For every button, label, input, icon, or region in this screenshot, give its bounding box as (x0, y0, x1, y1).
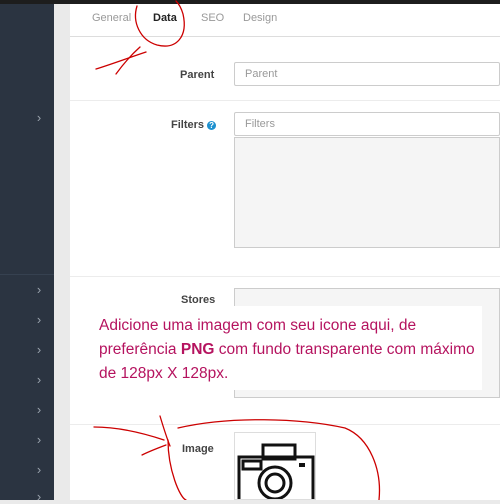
sidebar-expand-icon[interactable]: › (32, 111, 46, 125)
sidebar: › › › › › › › › › (0, 4, 54, 504)
sidebar-chevron-icon[interactable]: › (32, 463, 46, 477)
sidebar-chevron-icon[interactable]: › (32, 490, 46, 504)
filters-input[interactable]: Filters (234, 112, 500, 136)
camera-icon (237, 443, 315, 504)
sidebar-chevron-icon[interactable]: › (32, 283, 46, 297)
sidebar-chevron-icon[interactable]: › (32, 373, 46, 387)
sidebar-chevron-icon[interactable]: › (32, 313, 46, 327)
image-label: Image (182, 443, 214, 455)
tab-seo[interactable]: SEO (201, 12, 224, 24)
image-thumbnail[interactable] (234, 432, 316, 504)
stores-label: Stores (181, 294, 216, 306)
help-icon[interactable]: ? (207, 120, 217, 130)
filters-list (234, 137, 500, 248)
sidebar-chevron-icon[interactable]: › (32, 433, 46, 447)
sidebar-chevron-icon[interactable]: › (32, 343, 46, 357)
parent-label: Parent (180, 69, 215, 81)
tab-general[interactable]: General (92, 12, 131, 24)
parent-input[interactable]: Parent (234, 62, 500, 86)
tab-design[interactable]: Design (243, 12, 277, 24)
sidebar-divider (0, 274, 54, 275)
sidebar-chevron-icon[interactable]: › (32, 403, 46, 417)
tab-data[interactable]: Data (153, 12, 177, 24)
tab-bar: General Data SEO Design (70, 4, 500, 37)
annotation-bold: PNG (180, 341, 215, 358)
filters-label: Filters? (171, 119, 217, 131)
annotation-note: Adicione uma imagem com seu icone aqui, … (92, 306, 482, 390)
